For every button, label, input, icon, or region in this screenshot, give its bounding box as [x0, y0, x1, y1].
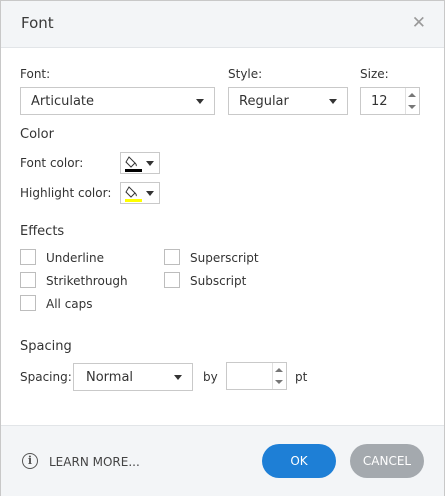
spacing-decrement-icon[interactable] — [275, 380, 283, 384]
all-caps-label: All caps — [46, 297, 93, 311]
style-select-value: Regular — [239, 94, 289, 109]
font-select-value: Articulate — [31, 94, 95, 109]
color-heading: Color — [20, 127, 54, 142]
info-icon: i — [22, 453, 38, 469]
size-stepper-buttons — [405, 88, 419, 114]
superscript-checkbox[interactable] — [164, 249, 180, 265]
font-label: Font: — [20, 67, 51, 81]
underline-checkbox[interactable] — [20, 249, 36, 265]
chevron-down-icon — [329, 99, 337, 104]
ok-button[interactable]: OK — [262, 444, 336, 478]
size-increment-icon[interactable] — [408, 93, 416, 97]
all-caps-checkbox[interactable] — [20, 295, 36, 311]
font-color-picker[interactable] — [120, 152, 160, 174]
style-select[interactable]: Regular — [228, 87, 348, 115]
size-label: Size: — [360, 67, 389, 81]
chevron-down-icon — [146, 191, 154, 196]
subscript-checkbox[interactable] — [164, 272, 180, 288]
font-select[interactable]: Articulate — [20, 87, 215, 115]
dialog-title: Font — [21, 14, 54, 32]
subscript-label: Subscript — [190, 274, 247, 288]
dialog-footer: i LEARN MORE... OK CANCEL — [1, 425, 444, 496]
close-icon[interactable]: ✕ — [412, 13, 426, 33]
font-color-label: Font color: — [20, 156, 84, 170]
effects-heading: Effects — [20, 224, 65, 239]
spacing-increment-icon[interactable] — [275, 368, 283, 372]
by-label: by — [203, 370, 218, 384]
font-dialog: Font ✕ Font: Articulate Style: Regular S… — [0, 0, 445, 496]
chevron-down-icon — [146, 161, 154, 166]
size-value: 12 — [371, 94, 388, 109]
spacing-label: Spacing: — [20, 370, 72, 384]
chevron-down-icon — [174, 375, 182, 380]
strikethrough-label: Strikethrough — [46, 274, 128, 288]
pt-unit-label: pt — [295, 370, 308, 384]
spacing-amount-stepper[interactable] — [226, 362, 287, 390]
spacing-select-value: Normal — [86, 370, 134, 385]
cancel-button[interactable]: CANCEL — [350, 444, 424, 478]
spacing-select[interactable]: Normal — [73, 363, 193, 391]
learn-more-link[interactable]: LEARN MORE... — [49, 455, 140, 469]
paint-bucket-icon — [125, 156, 142, 172]
spacing-heading: Spacing — [20, 339, 72, 354]
paint-bucket-icon — [125, 186, 142, 202]
highlight-color-label: Highlight color: — [20, 186, 112, 200]
highlight-color-picker[interactable] — [120, 182, 160, 204]
underline-label: Underline — [46, 251, 104, 265]
style-label: Style: — [228, 67, 263, 81]
spacing-stepper-buttons — [272, 363, 286, 389]
chevron-down-icon — [196, 99, 204, 104]
size-decrement-icon[interactable] — [408, 105, 416, 109]
superscript-label: Superscript — [190, 251, 259, 265]
dialog-titlebar: Font ✕ — [1, 1, 444, 48]
size-stepper[interactable]: 12 — [360, 87, 420, 115]
strikethrough-checkbox[interactable] — [20, 272, 36, 288]
